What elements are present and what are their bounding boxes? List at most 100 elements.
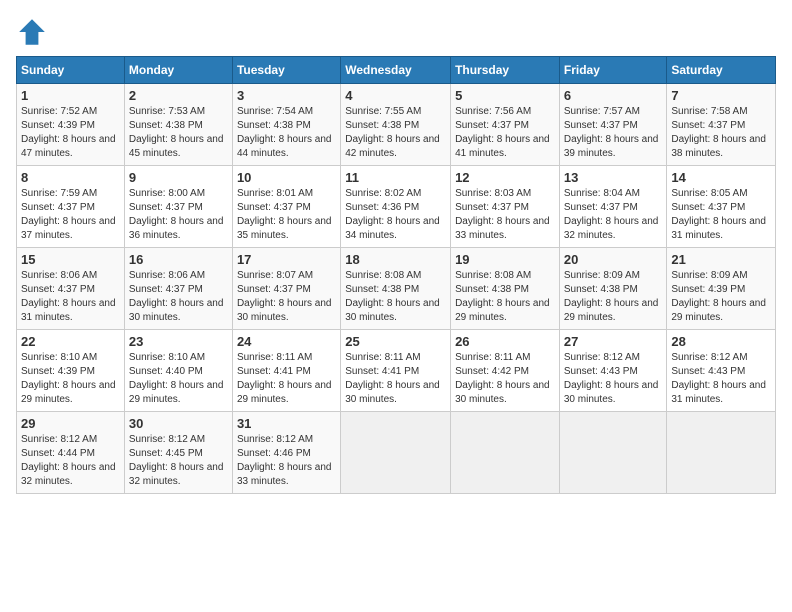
week-row-3: 15 Sunrise: 8:06 AM Sunset: 4:37 PM Dayl… — [17, 248, 776, 330]
calendar-cell: 24 Sunrise: 8:11 AM Sunset: 4:41 PM Dayl… — [232, 330, 340, 412]
day-detail: Sunrise: 7:56 AM Sunset: 4:37 PM Dayligh… — [455, 105, 555, 161]
day-detail: Sunrise: 8:08 AM Sunset: 4:38 PM Dayligh… — [455, 269, 555, 325]
day-detail: Sunrise: 8:12 AM Sunset: 4:43 PM Dayligh… — [671, 351, 771, 407]
logo-icon — [16, 16, 48, 48]
day-number: 19 — [455, 252, 555, 267]
day-detail: Sunrise: 8:10 AM Sunset: 4:40 PM Dayligh… — [129, 351, 228, 407]
day-number: 20 — [564, 252, 663, 267]
calendar-cell: 28 Sunrise: 8:12 AM Sunset: 4:43 PM Dayl… — [667, 330, 776, 412]
week-row-2: 8 Sunrise: 7:59 AM Sunset: 4:37 PM Dayli… — [17, 166, 776, 248]
calendar-cell: 10 Sunrise: 8:01 AM Sunset: 4:37 PM Dayl… — [232, 166, 340, 248]
day-detail: Sunrise: 7:57 AM Sunset: 4:37 PM Dayligh… — [564, 105, 663, 161]
calendar-cell: 11 Sunrise: 8:02 AM Sunset: 4:36 PM Dayl… — [341, 166, 451, 248]
week-row-4: 22 Sunrise: 8:10 AM Sunset: 4:39 PM Dayl… — [17, 330, 776, 412]
day-number: 5 — [455, 88, 555, 103]
day-number: 12 — [455, 170, 555, 185]
day-number: 10 — [237, 170, 336, 185]
day-number: 16 — [129, 252, 228, 267]
calendar-cell — [559, 412, 667, 494]
calendar-cell — [667, 412, 776, 494]
day-detail: Sunrise: 8:09 AM Sunset: 4:38 PM Dayligh… — [564, 269, 663, 325]
calendar-cell: 9 Sunrise: 8:00 AM Sunset: 4:37 PM Dayli… — [124, 166, 232, 248]
calendar-cell: 27 Sunrise: 8:12 AM Sunset: 4:43 PM Dayl… — [559, 330, 667, 412]
day-detail: Sunrise: 8:02 AM Sunset: 4:36 PM Dayligh… — [345, 187, 446, 243]
calendar-body: 1 Sunrise: 7:52 AM Sunset: 4:39 PM Dayli… — [17, 84, 776, 494]
calendar-cell: 17 Sunrise: 8:07 AM Sunset: 4:37 PM Dayl… — [232, 248, 340, 330]
day-detail: Sunrise: 7:58 AM Sunset: 4:37 PM Dayligh… — [671, 105, 771, 161]
calendar-cell: 30 Sunrise: 8:12 AM Sunset: 4:45 PM Dayl… — [124, 412, 232, 494]
weekday-header-sunday: Sunday — [17, 57, 125, 84]
day-detail: Sunrise: 8:06 AM Sunset: 4:37 PM Dayligh… — [21, 269, 120, 325]
weekday-header-saturday: Saturday — [667, 57, 776, 84]
day-number: 6 — [564, 88, 663, 103]
day-number: 31 — [237, 416, 336, 431]
calendar-cell: 4 Sunrise: 7:55 AM Sunset: 4:38 PM Dayli… — [341, 84, 451, 166]
page-header — [16, 16, 776, 48]
day-detail: Sunrise: 8:12 AM Sunset: 4:45 PM Dayligh… — [129, 433, 228, 489]
day-detail: Sunrise: 8:11 AM Sunset: 4:42 PM Dayligh… — [455, 351, 555, 407]
day-number: 4 — [345, 88, 446, 103]
day-number: 29 — [21, 416, 120, 431]
day-number: 26 — [455, 334, 555, 349]
day-number: 14 — [671, 170, 771, 185]
day-number: 13 — [564, 170, 663, 185]
calendar-cell: 3 Sunrise: 7:54 AM Sunset: 4:38 PM Dayli… — [232, 84, 340, 166]
day-number: 3 — [237, 88, 336, 103]
day-detail: Sunrise: 8:11 AM Sunset: 4:41 PM Dayligh… — [237, 351, 336, 407]
day-number: 7 — [671, 88, 771, 103]
calendar-cell: 2 Sunrise: 7:53 AM Sunset: 4:38 PM Dayli… — [124, 84, 232, 166]
calendar-cell: 23 Sunrise: 8:10 AM Sunset: 4:40 PM Dayl… — [124, 330, 232, 412]
weekday-header-wednesday: Wednesday — [341, 57, 451, 84]
weekday-header-friday: Friday — [559, 57, 667, 84]
logo — [16, 16, 52, 48]
day-detail: Sunrise: 8:12 AM Sunset: 4:43 PM Dayligh… — [564, 351, 663, 407]
day-detail: Sunrise: 8:12 AM Sunset: 4:46 PM Dayligh… — [237, 433, 336, 489]
day-number: 30 — [129, 416, 228, 431]
calendar-cell — [451, 412, 560, 494]
day-detail: Sunrise: 7:55 AM Sunset: 4:38 PM Dayligh… — [345, 105, 446, 161]
day-detail: Sunrise: 8:10 AM Sunset: 4:39 PM Dayligh… — [21, 351, 120, 407]
calendar-cell: 22 Sunrise: 8:10 AM Sunset: 4:39 PM Dayl… — [17, 330, 125, 412]
day-number: 22 — [21, 334, 120, 349]
weekday-header-tuesday: Tuesday — [232, 57, 340, 84]
day-number: 25 — [345, 334, 446, 349]
calendar-cell: 14 Sunrise: 8:05 AM Sunset: 4:37 PM Dayl… — [667, 166, 776, 248]
day-detail: Sunrise: 8:08 AM Sunset: 4:38 PM Dayligh… — [345, 269, 446, 325]
day-detail: Sunrise: 7:53 AM Sunset: 4:38 PM Dayligh… — [129, 105, 228, 161]
day-number: 24 — [237, 334, 336, 349]
day-detail: Sunrise: 8:04 AM Sunset: 4:37 PM Dayligh… — [564, 187, 663, 243]
day-detail: Sunrise: 7:54 AM Sunset: 4:38 PM Dayligh… — [237, 105, 336, 161]
calendar-cell: 25 Sunrise: 8:11 AM Sunset: 4:41 PM Dayl… — [341, 330, 451, 412]
day-detail: Sunrise: 8:12 AM Sunset: 4:44 PM Dayligh… — [21, 433, 120, 489]
calendar-cell: 18 Sunrise: 8:08 AM Sunset: 4:38 PM Dayl… — [341, 248, 451, 330]
day-number: 11 — [345, 170, 446, 185]
calendar-cell — [341, 412, 451, 494]
day-detail: Sunrise: 8:06 AM Sunset: 4:37 PM Dayligh… — [129, 269, 228, 325]
week-row-1: 1 Sunrise: 7:52 AM Sunset: 4:39 PM Dayli… — [17, 84, 776, 166]
calendar-cell: 1 Sunrise: 7:52 AM Sunset: 4:39 PM Dayli… — [17, 84, 125, 166]
day-detail: Sunrise: 8:03 AM Sunset: 4:37 PM Dayligh… — [455, 187, 555, 243]
calendar-cell: 31 Sunrise: 8:12 AM Sunset: 4:46 PM Dayl… — [232, 412, 340, 494]
day-detail: Sunrise: 8:05 AM Sunset: 4:37 PM Dayligh… — [671, 187, 771, 243]
weekday-row: SundayMondayTuesdayWednesdayThursdayFrid… — [17, 57, 776, 84]
day-number: 8 — [21, 170, 120, 185]
calendar-table: SundayMondayTuesdayWednesdayThursdayFrid… — [16, 56, 776, 494]
calendar-cell: 20 Sunrise: 8:09 AM Sunset: 4:38 PM Dayl… — [559, 248, 667, 330]
calendar-cell: 6 Sunrise: 7:57 AM Sunset: 4:37 PM Dayli… — [559, 84, 667, 166]
weekday-header-monday: Monday — [124, 57, 232, 84]
calendar-cell: 12 Sunrise: 8:03 AM Sunset: 4:37 PM Dayl… — [451, 166, 560, 248]
day-number: 1 — [21, 88, 120, 103]
day-detail: Sunrise: 7:52 AM Sunset: 4:39 PM Dayligh… — [21, 105, 120, 161]
day-detail: Sunrise: 8:00 AM Sunset: 4:37 PM Dayligh… — [129, 187, 228, 243]
day-detail: Sunrise: 8:07 AM Sunset: 4:37 PM Dayligh… — [237, 269, 336, 325]
calendar-cell: 29 Sunrise: 8:12 AM Sunset: 4:44 PM Dayl… — [17, 412, 125, 494]
week-row-5: 29 Sunrise: 8:12 AM Sunset: 4:44 PM Dayl… — [17, 412, 776, 494]
day-detail: Sunrise: 8:01 AM Sunset: 4:37 PM Dayligh… — [237, 187, 336, 243]
calendar-cell: 7 Sunrise: 7:58 AM Sunset: 4:37 PM Dayli… — [667, 84, 776, 166]
day-number: 27 — [564, 334, 663, 349]
calendar-cell: 13 Sunrise: 8:04 AM Sunset: 4:37 PM Dayl… — [559, 166, 667, 248]
day-number: 23 — [129, 334, 228, 349]
day-number: 28 — [671, 334, 771, 349]
calendar-cell: 5 Sunrise: 7:56 AM Sunset: 4:37 PM Dayli… — [451, 84, 560, 166]
calendar-cell: 26 Sunrise: 8:11 AM Sunset: 4:42 PM Dayl… — [451, 330, 560, 412]
